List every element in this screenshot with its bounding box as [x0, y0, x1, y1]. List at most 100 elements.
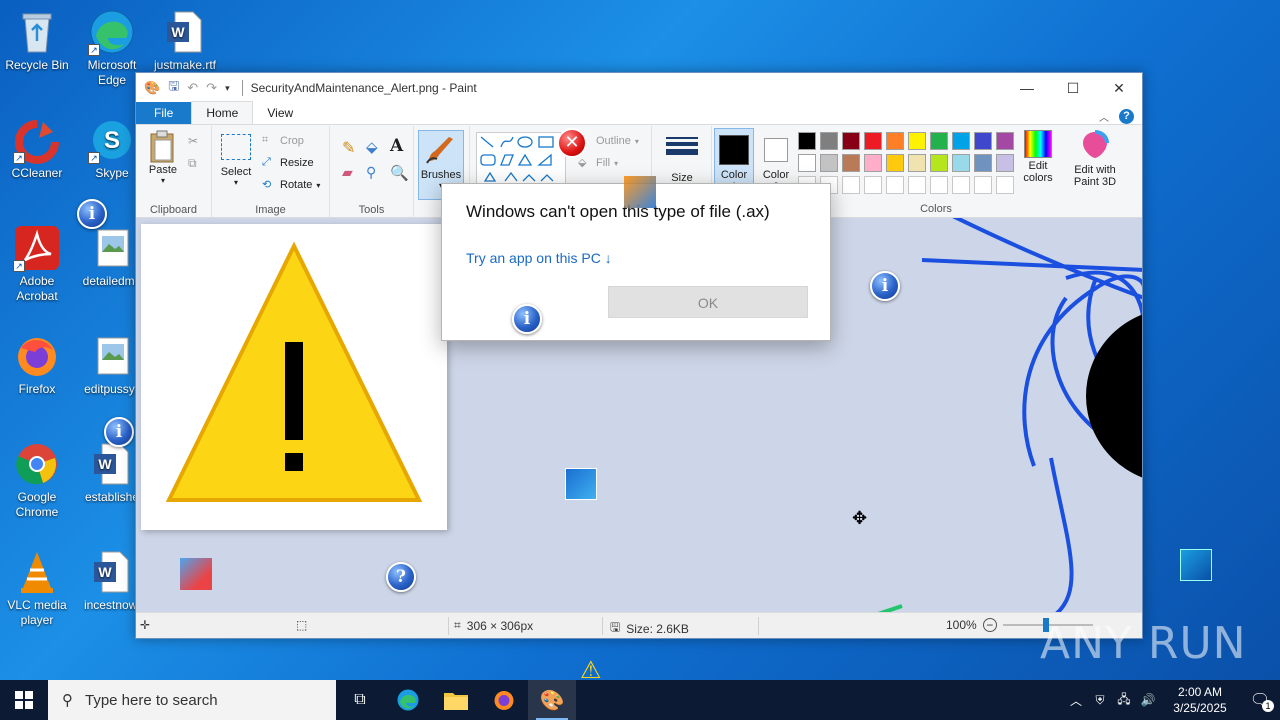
desktop-icon-justmake-rtf[interactable]: W justmake.rtf [149, 8, 221, 73]
color-swatch[interactable] [820, 132, 838, 150]
zoom-out-icon[interactable]: − [982, 618, 997, 632]
color-swatch[interactable] [952, 176, 970, 194]
resize-button[interactable]: ⤢ Resize [262, 156, 314, 170]
taskbar-file-explorer[interactable] [432, 680, 480, 720]
fill-icon[interactable]: ⬙ [366, 138, 378, 156]
color-swatch[interactable] [908, 176, 926, 194]
color-swatch[interactable] [798, 154, 816, 172]
svg-text:W: W [98, 564, 112, 580]
color-swatch[interactable] [886, 176, 904, 194]
crop-button[interactable]: ⌗ Crop [262, 134, 304, 148]
color-swatch[interactable] [996, 132, 1014, 150]
edge-icon: ↗ [88, 8, 136, 56]
desktop-icon-label: Recycle Bin [5, 58, 69, 72]
color-swatch[interactable] [864, 176, 882, 194]
color-swatch[interactable] [952, 132, 970, 150]
desktop-icon-firefox[interactable]: Firefox [1, 332, 73, 397]
text-icon[interactable]: A [390, 136, 403, 156]
color-swatch[interactable] [974, 132, 992, 150]
security-icon[interactable]: ⛨ [1088, 693, 1112, 708]
show-hidden-icons-icon[interactable]: ︿ [1064, 692, 1088, 709]
desktop-icon-vlc[interactable]: VLC media player [1, 548, 73, 628]
color-swatch[interactable] [842, 154, 860, 172]
color-picker-icon[interactable]: ⚲ [366, 164, 376, 181]
cut-icon[interactable]: ✂ [188, 134, 202, 148]
desktop-icon-ccleaner[interactable]: ↗ CCleaner [1, 116, 73, 181]
color-swatch[interactable] [842, 132, 860, 150]
close-button[interactable]: ✕ [1096, 73, 1142, 103]
fill-label: Fill [596, 157, 611, 169]
color-swatch[interactable] [908, 132, 926, 150]
dimensions-icon: ⌗ [454, 618, 461, 632]
edit-with-paint3d-button[interactable]: Edit with Paint 3D [1068, 130, 1122, 188]
color-swatch[interactable] [930, 132, 948, 150]
help-icon[interactable]: ? [1119, 109, 1134, 124]
edit-colors-button[interactable]: Edit colors [1020, 130, 1056, 184]
notification-center-button[interactable]: 🗨 1 [1240, 690, 1280, 712]
clock[interactable]: 2:00 AM 3/25/2025 [1160, 684, 1240, 716]
rotate-button[interactable]: ⟲ Rotate ▾ [262, 178, 320, 192]
tools-group: ✎ ⬙ A ▰ ⚲ 🔍 Tools [330, 126, 414, 218]
color-swatch[interactable] [930, 154, 948, 172]
color-swatch[interactable] [864, 154, 882, 172]
color-swatch[interactable] [996, 176, 1014, 194]
ok-button[interactable]: OK [608, 286, 808, 318]
pencil-icon[interactable]: ✎ [342, 138, 355, 158]
magnifier-icon[interactable]: 🔍 [390, 164, 409, 182]
maximize-button[interactable]: ☐ [1050, 73, 1096, 103]
ribbon-right-controls: ︿ ? [1099, 109, 1142, 124]
copy-icon[interactable]: ⧉ [188, 156, 202, 170]
desktop-icon-chrome[interactable]: Google Chrome [1, 440, 73, 520]
minimize-button[interactable]: — [1004, 73, 1050, 103]
network-icon[interactable]: 🖧 [1112, 690, 1136, 711]
color-swatch[interactable] [908, 154, 926, 172]
save-icon[interactable]: 🖫 [168, 77, 179, 99]
paste-button[interactable]: Paste ▾ [144, 130, 182, 185]
desktop-icon-adobe-acrobat[interactable]: ↗ Adobe Acrobat [1, 224, 73, 304]
broken-app-icon [565, 468, 597, 500]
eraser-icon[interactable]: ▰ [342, 164, 353, 181]
tab-file[interactable]: File [136, 102, 192, 124]
customize-toolbar-icon[interactable]: ▾ [225, 83, 230, 94]
select-button[interactable]: Select ▾ [218, 134, 254, 187]
color-swatch[interactable] [798, 132, 816, 150]
image-dimensions: ⌗ 306 × 306px [454, 618, 533, 633]
taskbar-paint[interactable]: 🎨 [528, 680, 576, 720]
color-swatch[interactable] [974, 154, 992, 172]
undo-icon[interactable]: ↶ [187, 80, 198, 96]
color-swatch[interactable] [974, 176, 992, 194]
word-document-icon: W [161, 8, 209, 56]
outline-button[interactable]: ✎ Outline ▾ [578, 134, 639, 148]
collapse-ribbon-icon[interactable]: ︿ [1099, 109, 1109, 124]
redo-icon[interactable]: ↷ [206, 80, 217, 96]
desktop-icon-recycle-bin[interactable]: Recycle Bin [1, 8, 73, 73]
color-swatch[interactable] [842, 176, 860, 194]
taskbar-firefox[interactable] [480, 680, 528, 720]
search-placeholder: Type here to search [85, 691, 218, 709]
color-swatch[interactable] [820, 154, 838, 172]
color-swatch[interactable] [930, 176, 948, 194]
size-icon [666, 132, 698, 164]
desktop-icon-label: justmake.rtf [153, 58, 216, 72]
broken-app-icon [624, 176, 656, 208]
dropdown-arrow-icon: ▾ [614, 158, 619, 168]
shapes-gallery[interactable] [476, 132, 566, 186]
color-swatch[interactable] [886, 154, 904, 172]
volume-icon[interactable]: 🔊 [1136, 693, 1160, 707]
fill-button[interactable]: ⬙ Fill ▾ [578, 156, 618, 170]
color-swatch[interactable] [996, 154, 1014, 172]
try-app-link[interactable]: Try an app on this PC ↓ [466, 250, 612, 266]
taskbar-edge[interactable] [384, 680, 432, 720]
edge-icon [397, 689, 419, 711]
tab-view[interactable]: View [253, 102, 307, 124]
taskbar-search[interactable]: ⚲ Type here to search [48, 680, 336, 720]
color-swatch[interactable] [864, 132, 882, 150]
status-divider [602, 617, 603, 635]
task-view-button[interactable]: ⧉ [336, 680, 384, 720]
color-swatch[interactable] [886, 132, 904, 150]
tab-home[interactable]: Home [191, 101, 254, 124]
start-button[interactable] [0, 680, 48, 720]
word-document-icon: W [88, 548, 136, 596]
status-divider [448, 617, 449, 635]
color-swatch[interactable] [952, 154, 970, 172]
